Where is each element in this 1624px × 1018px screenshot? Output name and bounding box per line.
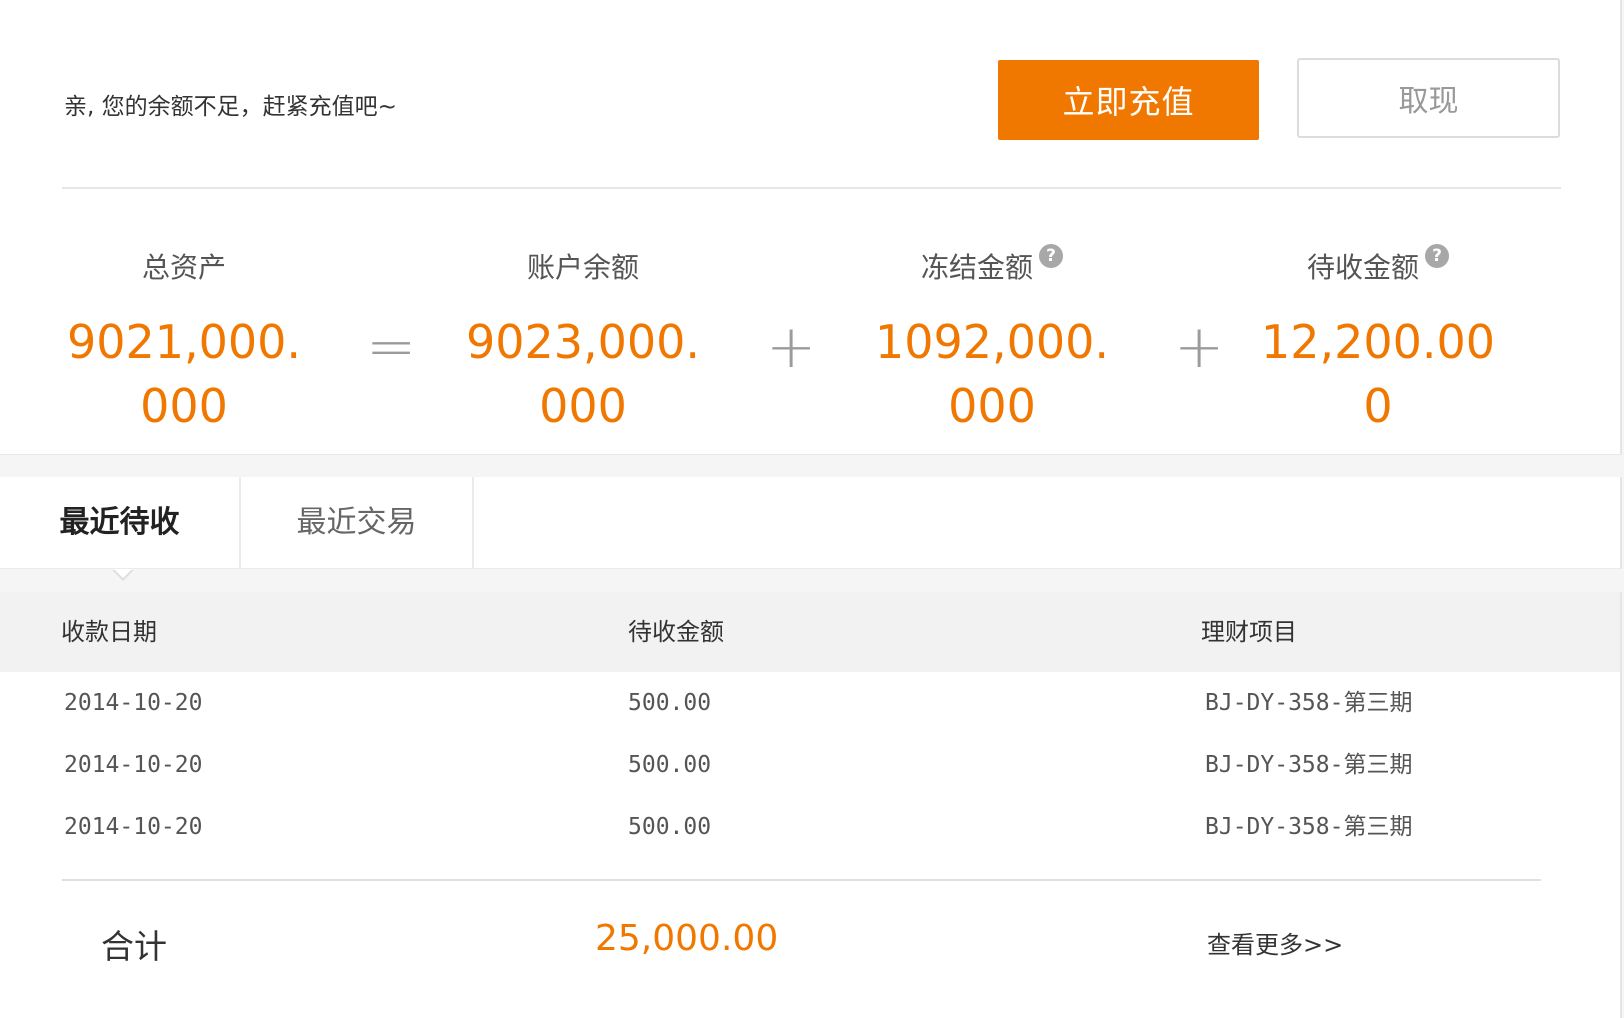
summary-divider — [62, 187, 1561, 189]
active-tab-indicator-inner — [114, 569, 132, 578]
recharge-button[interactable]: 立即充值 — [998, 60, 1259, 140]
balance-notice: 亲, 您的余额不足，赶紧充值吧~ — [64, 94, 397, 120]
row-date: 2014-10-20 — [64, 814, 203, 840]
tab-recent-receivables[interactable]: 最近待收 — [0, 477, 241, 568]
row-date: 2014-10-20 — [64, 690, 203, 716]
row-project: BJ-DY-358-第三期 — [1205, 690, 1413, 716]
account-summary-panel: 亲, 您的余额不足，赶紧充值吧~ 立即充值 取现 总资产 9021,000.00… — [0, 0, 1622, 455]
table-row: 2014-10-20 500.00 BJ-DY-358-第三期 — [0, 672, 1620, 734]
row-project: BJ-DY-358-第三期 — [1205, 752, 1413, 778]
withdraw-button[interactable]: 取现 — [1297, 58, 1560, 138]
row-amount: 500.00 — [628, 814, 712, 840]
frozen-amount-value: 1092,000.000 — [874, 315, 1110, 433]
help-icon[interactable]: ? — [1039, 244, 1063, 268]
equals-sign: = — [366, 312, 417, 382]
plus-sign: + — [766, 312, 817, 382]
account-balance-label: 账户余额 — [526, 251, 639, 284]
receivable-amount-stat: 待收金额? 12,200.000 — [1228, 244, 1528, 438]
column-header-amount: 待收金额 — [628, 618, 724, 646]
table-header: 收款日期 待收金额 理财项目 — [0, 592, 1620, 672]
frozen-amount-stat: 冻结金额? 1092,000.000 — [842, 244, 1142, 438]
total-value: 25,000.00 — [595, 918, 779, 959]
row-amount: 500.00 — [628, 690, 712, 716]
row-amount: 500.00 — [628, 752, 712, 778]
receivable-amount-label-row: 待收金额? — [1228, 244, 1528, 288]
help-icon[interactable]: ? — [1425, 244, 1449, 268]
row-project: BJ-DY-358-第三期 — [1205, 814, 1413, 840]
table-divider — [62, 879, 1541, 881]
row-date: 2014-10-20 — [64, 752, 203, 778]
column-header-date: 收款日期 — [61, 618, 157, 646]
frozen-amount-label-row: 冻结金额? — [842, 244, 1142, 288]
tab-recent-transactions[interactable]: 最近交易 — [241, 477, 474, 568]
total-assets-value: 9021,000.000 — [66, 315, 302, 433]
plus-sign: + — [1174, 312, 1225, 382]
total-assets-label: 总资产 — [141, 251, 226, 284]
total-assets-stat: 总资产 9021,000.000 — [34, 248, 334, 438]
receivable-amount-value: 12,200.000 — [1260, 315, 1496, 433]
table-row: 2014-10-20 500.00 BJ-DY-358-第三期 — [0, 734, 1620, 796]
account-balance-value: 9023,000.000 — [465, 315, 701, 433]
view-more-link[interactable]: 查看更多>> — [1207, 925, 1343, 960]
receivables-table: 收款日期 待收金额 理财项目 2014-10-20 500.00 BJ-DY-3… — [0, 592, 1622, 1018]
total-label: 合计 — [101, 927, 167, 966]
column-header-project: 理财项目 — [1201, 618, 1297, 646]
receivable-amount-label: 待收金额 — [1306, 251, 1419, 284]
account-balance-stat: 账户余额 9023,000.000 — [433, 248, 733, 438]
table-row: 2014-10-20 500.00 BJ-DY-358-第三期 — [0, 796, 1620, 858]
record-tabs: 最近待收 最近交易 — [0, 477, 1622, 569]
frozen-amount-label: 冻结金额 — [920, 251, 1033, 284]
